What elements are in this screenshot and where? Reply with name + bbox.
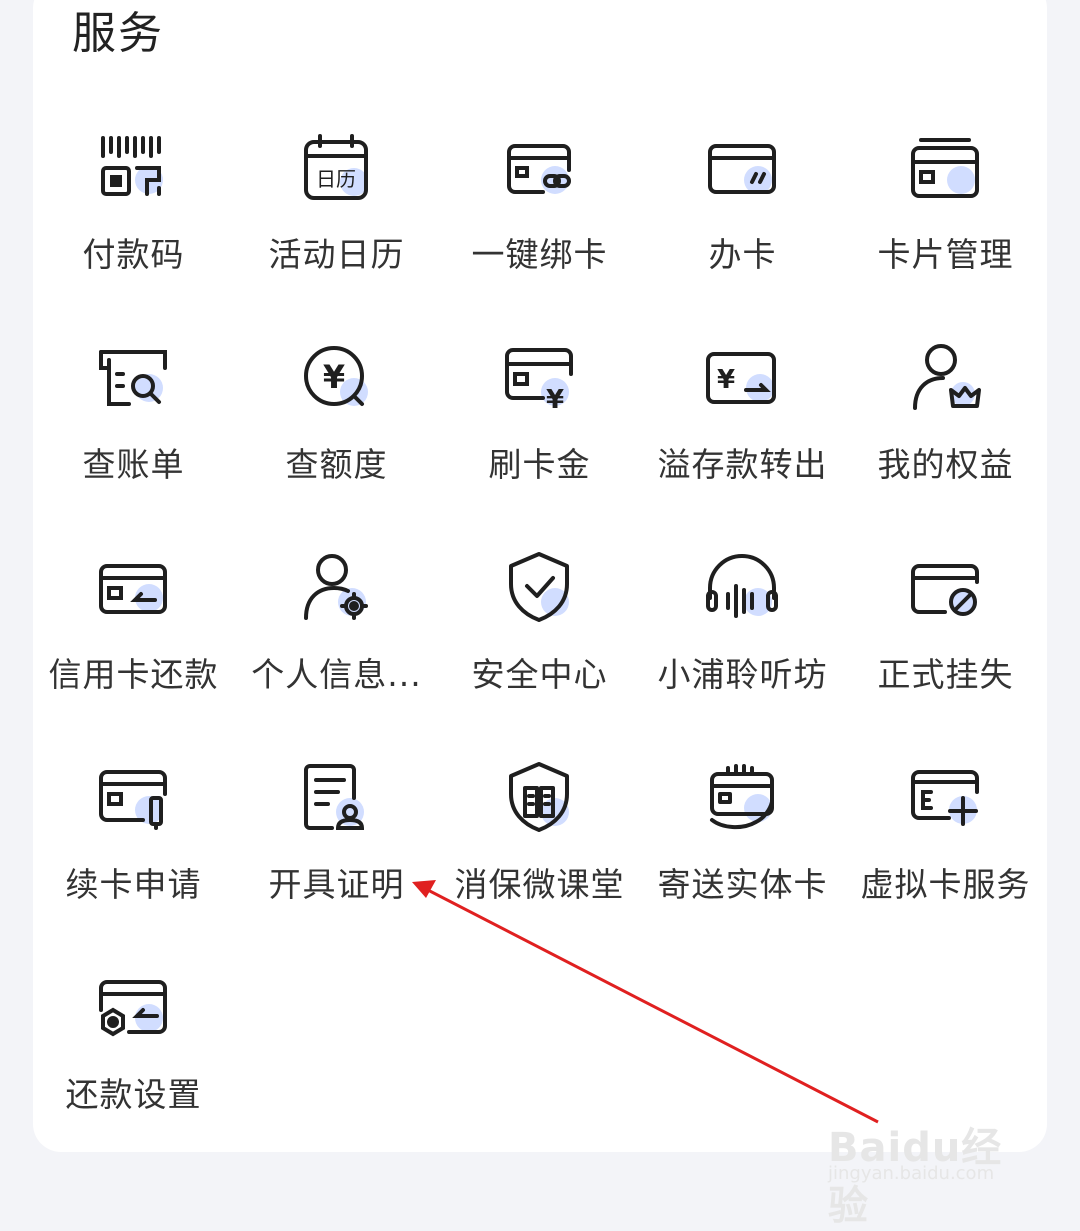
- annotation-arrow: [412, 880, 879, 1124]
- baidu-watermark: Baidu经验 jingyan.baidu.com: [828, 1095, 1028, 1229]
- watermark-url: jingyan.baidu.com: [828, 1163, 995, 1184]
